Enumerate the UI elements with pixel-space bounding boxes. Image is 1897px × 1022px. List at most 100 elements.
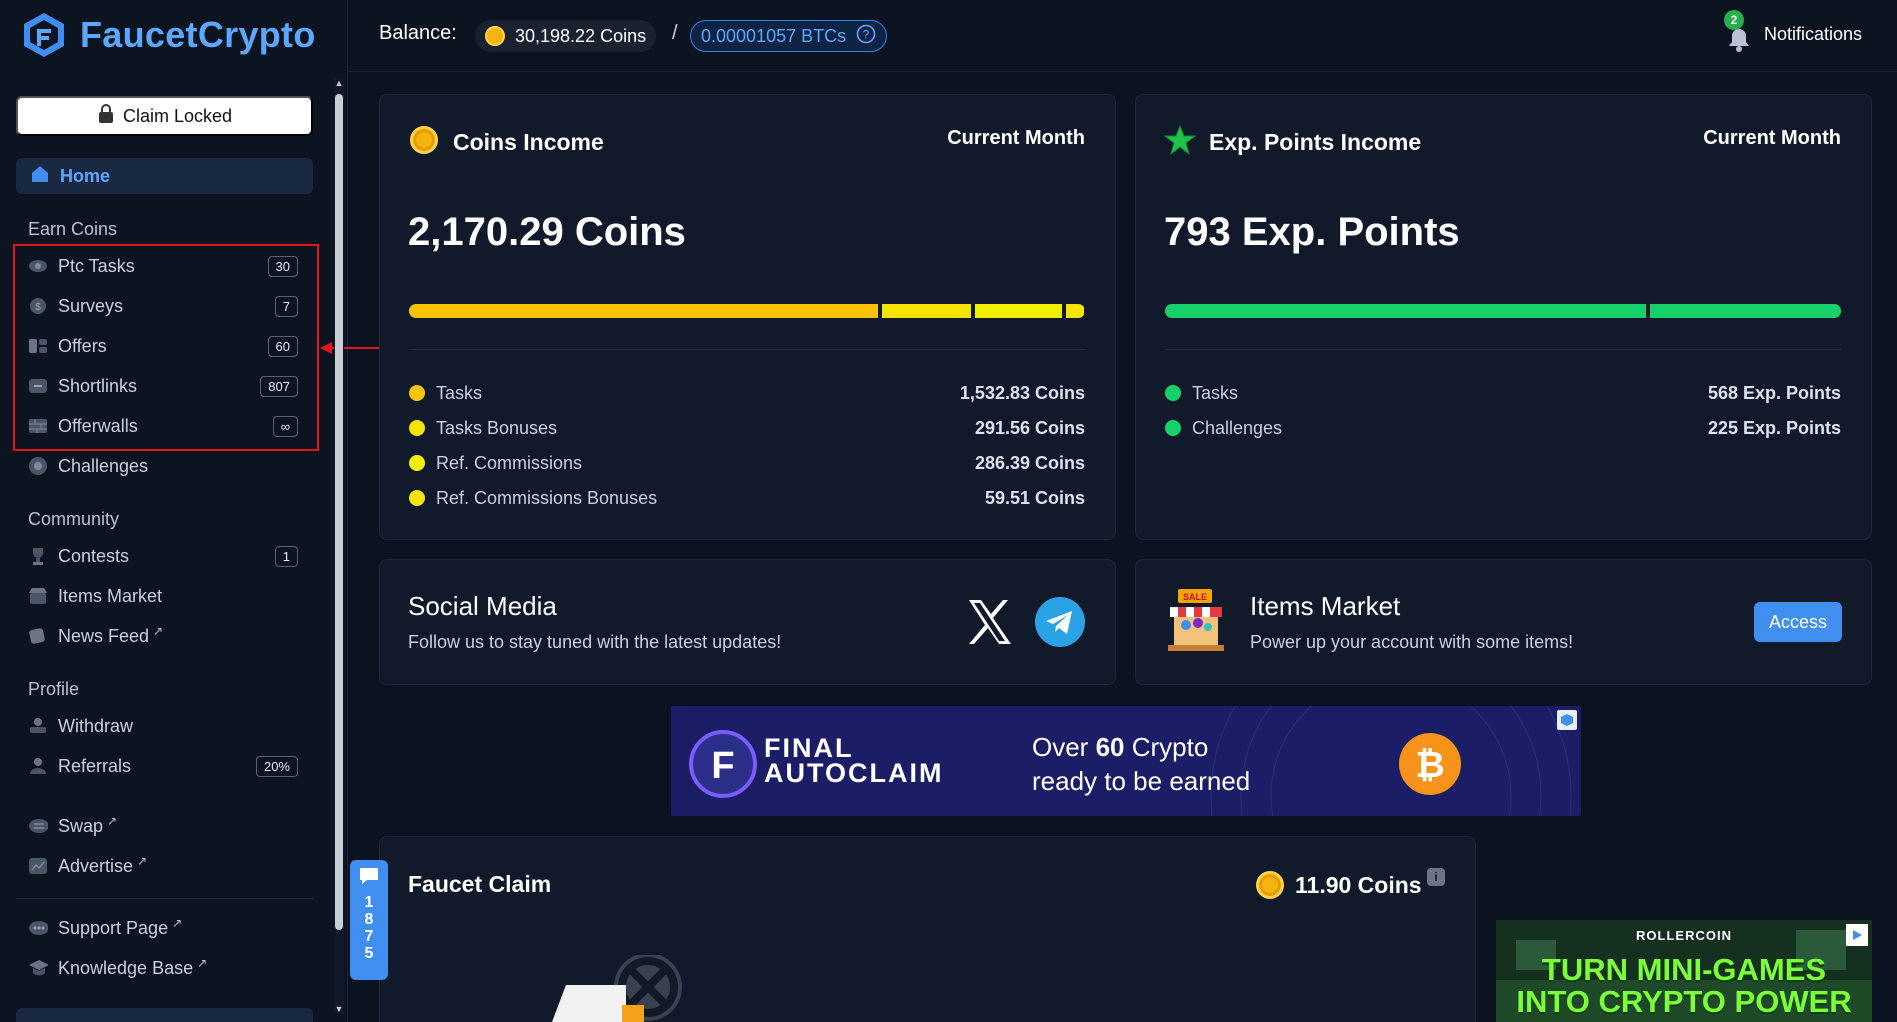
rollercoin-ad[interactable]: ROLLERCOIN TURN MINI-GAMES INTO CRYPTO P… bbox=[1496, 920, 1872, 1022]
income-row-value: 568 Exp. Points bbox=[1707, 382, 1841, 403]
users-icon bbox=[28, 756, 48, 776]
scroll-down-arrow[interactable]: ▼ bbox=[334, 1004, 344, 1014]
svg-text:?: ? bbox=[863, 27, 870, 41]
legend-dot bbox=[409, 490, 425, 506]
final-autoclaim-ad[interactable]: F ₿ FINAL AUTOCLAIM Over 60 Crypto ready… bbox=[671, 706, 1581, 816]
balance-separator: / bbox=[672, 22, 678, 44]
income-row: Tasks 568 Exp. Points bbox=[1165, 381, 1841, 405]
notification-count: 2 bbox=[1724, 10, 1744, 30]
sidebar-item-knowledge-base[interactable]: Knowledge Base ↗ bbox=[28, 952, 298, 984]
legend-dot bbox=[1165, 420, 1181, 436]
trophy-icon bbox=[28, 546, 48, 566]
sale-tag: SALE bbox=[1183, 592, 1207, 602]
bar-segment bbox=[1650, 304, 1841, 318]
social-media-title: Social Media bbox=[408, 591, 557, 621]
claim-label: Claim Locked bbox=[122, 105, 233, 126]
exp-income-total: 793 Exp. Points bbox=[1164, 210, 1460, 254]
external-link-icon: ↗ bbox=[107, 814, 118, 828]
income-row-label: Ref. Commissions bbox=[436, 452, 583, 473]
contests-badge: 1 bbox=[274, 545, 298, 567]
sidebar-item-contests[interactable]: Contests 1 bbox=[28, 540, 298, 572]
bar-segment bbox=[409, 304, 878, 318]
target-icon bbox=[28, 456, 48, 476]
info-icon[interactable]: i bbox=[1427, 868, 1445, 886]
external-link-icon: ↗ bbox=[197, 956, 208, 970]
btc-balance-pill[interactable]: 0.00001057 BTCs ? bbox=[690, 20, 888, 52]
income-row-value: 1,532.83 Coins bbox=[959, 382, 1085, 403]
ad-choices-icon[interactable] bbox=[1846, 924, 1868, 946]
legend-dot bbox=[409, 420, 425, 436]
section-profile: Profile bbox=[28, 679, 80, 699]
notifications-button[interactable]: 2 Notifications bbox=[1724, 10, 1862, 52]
star-icon bbox=[1164, 124, 1196, 156]
sidebar-scrollbar[interactable]: ▲ ▼ bbox=[334, 78, 344, 1014]
coin-icon bbox=[485, 26, 505, 46]
access-button[interactable]: Access bbox=[1754, 602, 1842, 642]
income-row-label: Ref. Commissions Bonuses bbox=[436, 487, 658, 508]
external-link-icon: ↗ bbox=[137, 854, 148, 868]
swap-icon bbox=[28, 816, 48, 836]
faucet-claim-title: Faucet Claim bbox=[408, 871, 552, 897]
coins-balance-pill[interactable]: 30,198.22 Coins bbox=[475, 20, 657, 52]
btc-balance: 0.00001057 BTCs bbox=[701, 25, 847, 46]
chat-digit: 5 bbox=[364, 945, 374, 962]
brand-name: FaucetCrypto bbox=[80, 14, 316, 55]
chat-digit: 7 bbox=[364, 928, 374, 945]
telegram-icon[interactable] bbox=[1035, 597, 1085, 647]
market-icon bbox=[28, 586, 48, 606]
sidebar-item-items-market[interactable]: Items Market bbox=[28, 580, 298, 612]
exp-income-bar bbox=[1165, 304, 1841, 318]
bar-segment bbox=[1165, 304, 1647, 318]
brand-logo[interactable]: FaucetCrypto bbox=[20, 8, 316, 62]
ad-choices-icon[interactable] bbox=[1557, 710, 1577, 730]
ad2-headline: TURN MINI-GAMES INTO CRYPTO POWER bbox=[1516, 952, 1852, 1019]
help-circle-icon[interactable]: ? bbox=[856, 24, 876, 49]
sidebar-item-withdraw[interactable]: Withdraw bbox=[28, 710, 298, 742]
coins-income-period: Current Month bbox=[947, 127, 1085, 149]
sidebar-item-referrals[interactable]: Referrals 20% bbox=[28, 750, 298, 782]
bell-icon: 2 bbox=[1724, 10, 1754, 52]
income-row-value: 59.51 Coins bbox=[984, 487, 1085, 508]
income-row: Challenges 225 Exp. Points bbox=[1165, 416, 1841, 440]
external-link-icon: ↗ bbox=[153, 624, 164, 638]
home-icon bbox=[30, 164, 50, 189]
ad-brand: FINAL AUTOCLAIM bbox=[764, 733, 944, 788]
referrals-badge: 20% bbox=[255, 755, 298, 777]
chat-bubble-icon bbox=[360, 868, 378, 884]
section-community: Community bbox=[28, 509, 120, 529]
sidebar: FaucetCrypto Claim Locked Home Earn Coin… bbox=[0, 0, 400, 1022]
bar-segment bbox=[974, 304, 1063, 318]
chat-digit: 1 bbox=[364, 894, 374, 911]
coins-income-bar bbox=[409, 304, 1085, 318]
scroll-up-arrow[interactable]: ▲ bbox=[334, 78, 344, 88]
social-media-subtitle: Follow us to stay tuned with the latest … bbox=[408, 632, 782, 652]
legend-dot bbox=[409, 455, 425, 471]
sidebar-item-news-feed[interactable]: News Feed ↗ bbox=[28, 620, 298, 652]
coins-income-total: 2,170.29 Coins bbox=[408, 210, 686, 254]
sidebar-item-swap[interactable]: Swap ↗ bbox=[28, 810, 298, 842]
claim-locked-button[interactable]: Claim Locked bbox=[16, 96, 313, 136]
chat-widget[interactable]: 1 8 7 5 bbox=[350, 860, 388, 980]
support-icon bbox=[28, 918, 48, 938]
home-label: Home bbox=[60, 165, 111, 186]
sidebar-item-support-page[interactable]: Support Page ↗ bbox=[28, 912, 298, 944]
income-row: Ref. Commissions 286.39 Coins bbox=[409, 451, 1085, 475]
faucet-tap-icon bbox=[552, 955, 682, 1022]
ad2-brand: ROLLERCOIN bbox=[1636, 928, 1732, 943]
bar-segment bbox=[881, 304, 971, 318]
income-row-label: Challenges bbox=[1192, 417, 1283, 438]
income-row-value: 286.39 Coins bbox=[974, 452, 1085, 473]
income-row-value: 291.56 Coins bbox=[974, 417, 1085, 438]
annotation-arrow-head bbox=[320, 342, 332, 354]
sidebar-item-home[interactable]: Home bbox=[16, 158, 313, 194]
divider bbox=[409, 349, 1085, 350]
x-twitter-icon[interactable] bbox=[965, 597, 1015, 647]
divider bbox=[1165, 349, 1841, 350]
balance-label: Balance: bbox=[379, 22, 457, 44]
sidebar-item-challenges[interactable]: Challenges bbox=[28, 450, 298, 482]
faucet-claim-card bbox=[379, 836, 1476, 1022]
faucet-claim-amount: 11.90 Coins bbox=[1295, 872, 1422, 898]
scrollbar-thumb[interactable] bbox=[335, 94, 343, 930]
sidebar-bottom-button[interactable] bbox=[16, 1008, 313, 1022]
sidebar-item-advertise[interactable]: Advertise ↗ bbox=[28, 850, 298, 882]
